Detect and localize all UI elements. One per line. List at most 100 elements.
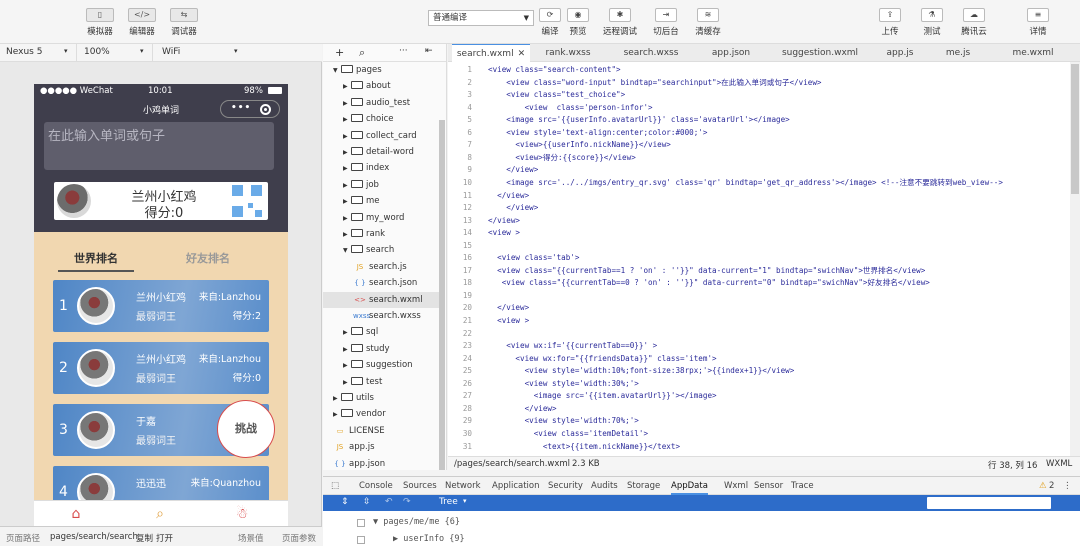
chevron-down-icon[interactable]: ▼	[343, 243, 351, 259]
tree-item[interactable]: ▶ audio_test	[323, 95, 441, 111]
toolbar-center-button-4[interactable]: ≋ 清缓存	[686, 8, 730, 37]
chevron-right-icon[interactable]: ▶	[343, 96, 351, 112]
tree-item[interactable]: { } app.json	[323, 456, 441, 472]
code-line[interactable]: </view>	[488, 302, 529, 315]
code-line[interactable]: <view >	[488, 227, 520, 240]
tree-item[interactable]: ▶ test	[323, 374, 441, 390]
collapse-icon[interactable]: ⇤	[425, 46, 433, 56]
editor-tab[interactable]: app.json	[696, 44, 766, 62]
open-link[interactable]: 打开	[156, 532, 173, 544]
chevron-right-icon[interactable]: ▶	[343, 129, 351, 145]
code-line[interactable]: <view class="word-input" bindtap="search…	[488, 77, 821, 90]
more-icon[interactable]: ···	[399, 46, 408, 56]
chevron-down-icon[interactable]: ▾	[64, 47, 68, 55]
code-line[interactable]: <view >	[488, 315, 529, 328]
tree-item[interactable]: ▶ suggestion	[323, 357, 441, 373]
chevron-right-icon[interactable]: ▶	[343, 112, 351, 128]
more-icon[interactable]: ⋮	[1063, 481, 1072, 491]
tree-item[interactable]: ▶ vendor	[323, 406, 441, 422]
close-mini-program-icon[interactable]	[260, 104, 271, 115]
code-line[interactable]: </view>	[488, 190, 529, 203]
chevron-right-icon[interactable]: ▶	[343, 178, 351, 194]
chevron-right-icon[interactable]: ▶	[333, 391, 341, 407]
tree-item[interactable]: JS search.js	[323, 259, 441, 275]
toolbar-button-0[interactable]: ▯ 模拟器	[78, 8, 122, 37]
editor-tab[interactable]: suggestion.wxml	[770, 44, 870, 62]
code-line[interactable]: </view>	[488, 202, 538, 215]
code-line[interactable]: <view class='tab'>	[488, 252, 579, 265]
devtools-tab[interactable]: Sources	[403, 481, 437, 491]
chevron-right-icon[interactable]: ▶	[343, 227, 351, 243]
tree-item[interactable]: JS app.js	[323, 439, 441, 455]
row-checkbox[interactable]	[357, 536, 365, 544]
code-line[interactable]: <view class='itemDetail'>	[488, 428, 648, 441]
code-area[interactable]: 1 <view class="search-content"> 2 <view cl…	[448, 62, 1068, 459]
undo-icon[interactable]: ↶	[385, 497, 393, 507]
device-select[interactable]: Nexus 5	[6, 47, 42, 57]
chevron-right-icon[interactable]: ▶	[343, 194, 351, 210]
appdata-search-input[interactable]	[927, 497, 1051, 509]
rank-item[interactable]: 1 兰州小红鸡 最弱词王 来自:Lanzhou 得分:2	[53, 280, 269, 332]
me-icon[interactable]: ☃	[232, 505, 252, 523]
devtools-tab[interactable]: Security	[548, 481, 583, 491]
chevron-right-icon[interactable]: ▶	[343, 325, 351, 341]
toolbar-button-1[interactable]: </> 编辑器	[120, 8, 164, 37]
network-select[interactable]: WiFi	[162, 47, 180, 57]
code-line[interactable]: </view>	[488, 215, 520, 228]
qr-code-icon[interactable]	[232, 185, 262, 217]
devtools-tab[interactable]: Wxml	[724, 481, 748, 491]
devtools-tab[interactable]: Storage	[627, 481, 660, 491]
toolbar-center-button-1[interactable]: ◉ 预览	[556, 8, 600, 37]
code-line[interactable]: <view wx:for="{{friendsData}}" class='it…	[488, 353, 716, 366]
tree-item[interactable]: ▶ index	[323, 160, 441, 176]
scene-value-link[interactable]: 场景值	[238, 532, 264, 544]
code-line[interactable]: </view>	[488, 164, 538, 177]
code-line[interactable]: <view>{{userInfo.nickName}}</view>	[488, 139, 670, 152]
more-icon[interactable]: •••	[231, 103, 251, 113]
menu-capsule[interactable]: •••	[220, 100, 280, 118]
chevron-right-icon[interactable]: ▶	[343, 358, 351, 374]
tree-item[interactable]: ▶ utils	[323, 390, 441, 406]
tree-scrollbar[interactable]	[439, 120, 445, 470]
tree-item[interactable]: ▶ rank	[323, 226, 441, 242]
code-line[interactable]: <view style='width:70%;'>	[488, 415, 639, 428]
chevron-down-icon[interactable]: ▾	[463, 497, 467, 505]
tree-item[interactable]: ▶ sql	[323, 324, 441, 340]
chevron-right-icon[interactable]: ▶	[343, 145, 351, 161]
tree-item[interactable]: ▼ search	[323, 242, 441, 258]
tree-item[interactable]: <> search.wxml	[323, 291, 441, 308]
devtools-tab[interactable]: Network	[445, 481, 481, 491]
code-line[interactable]: <view style='width:10%;font-size:38rpx;'…	[488, 365, 795, 378]
chevron-right-icon[interactable]: ▶	[343, 375, 351, 391]
toolbar-button-2[interactable]: ⇆ 调试器	[162, 8, 206, 37]
code-line[interactable]: <view class="test_choice">	[488, 89, 625, 102]
devtools-tab[interactable]: Trace	[791, 481, 814, 491]
tree-row[interactable]: ▼ pages/me/me {6}	[373, 517, 460, 527]
tree-row[interactable]: ▶ userInfo {9}	[393, 534, 465, 544]
toolbar-right-button-1[interactable]: ⚗ 测试	[910, 8, 954, 37]
tree-item[interactable]: { } search.json	[323, 275, 441, 291]
code-line[interactable]: <text>{{item.nickName}}</text>	[488, 441, 680, 454]
devtools-tab[interactable]: Console	[359, 481, 393, 491]
code-line[interactable]: <view wx:if='{{currentTab==0}}' >	[488, 340, 657, 353]
toolbar-right-button-2[interactable]: ☁ 腾讯云	[952, 8, 996, 37]
redo-icon[interactable]: ↷	[403, 497, 411, 507]
code-line[interactable]: </view>	[488, 403, 557, 416]
code-line[interactable]: <view style='text-align:center;color:#00…	[488, 127, 707, 140]
word-input[interactable]: 在此输入单词或句子	[44, 122, 274, 170]
chevron-right-icon[interactable]: ▶	[343, 211, 351, 227]
devtools-tab[interactable]: AppData	[671, 481, 708, 495]
copy-link[interactable]: 复制	[136, 532, 153, 544]
tab-world-rank[interactable]: 世界排名	[46, 250, 146, 272]
home-icon[interactable]: ⌂	[66, 505, 86, 523]
toolbar-center-button-2[interactable]: ✱ 远程调试	[598, 8, 642, 37]
editor-tab[interactable]: app.js	[872, 44, 928, 62]
tree-item[interactable]: ▼ pages	[323, 62, 441, 78]
compile-mode-select[interactable]: 普通编译 ▼	[428, 10, 534, 26]
close-icon[interactable]: ✕	[518, 49, 526, 59]
toolbar-right-button-0[interactable]: ⇪ 上传	[868, 8, 912, 37]
collapse-icon[interactable]: ⇳	[363, 497, 371, 507]
search-icon[interactable]: ⌕	[359, 46, 365, 60]
chevron-right-icon[interactable]: ▶	[343, 161, 351, 177]
chevron-down-icon[interactable]: ▼	[333, 63, 341, 79]
